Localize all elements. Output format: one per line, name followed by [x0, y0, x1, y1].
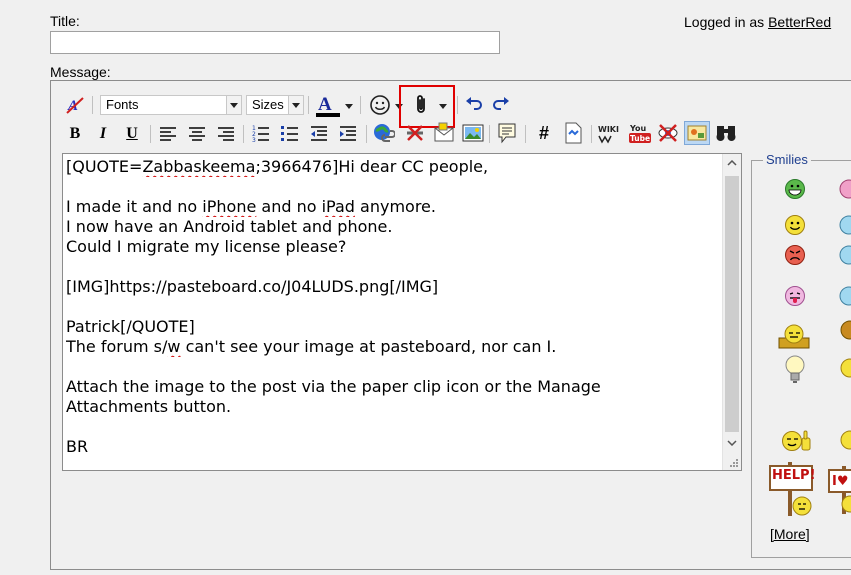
logged-in-prefix: Logged in as — [684, 14, 769, 30]
hide-icon[interactable] — [656, 121, 680, 145]
insert-email-icon[interactable] — [432, 121, 456, 145]
html-code-icon[interactable] — [561, 121, 585, 145]
remove-format-icon[interactable]: A — [64, 94, 86, 116]
partial-smiley-icon[interactable] — [838, 428, 851, 452]
unordered-list-icon[interactable] — [279, 123, 301, 145]
font-select[interactable]: Fonts — [100, 95, 242, 115]
message-textarea[interactable]: [QUOTE=Zabbaskeema;3966476]Hi dear CC pe… — [62, 153, 742, 471]
code-hash-icon[interactable]: # — [533, 121, 555, 145]
dozing-smiley-icon[interactable] — [777, 322, 811, 350]
message-line: I made it and no iPhone and no iPad anym… — [66, 197, 436, 216]
thumbsup-smiley-icon[interactable] — [780, 428, 812, 454]
outdent-icon[interactable] — [308, 123, 330, 145]
svg-text:You: You — [629, 124, 647, 133]
size-select-value: Sizes — [252, 97, 284, 112]
title-label: Title: — [50, 13, 80, 29]
vertical-scrollbar[interactable] — [722, 154, 741, 470]
message-line: [IMG]https://pasteboard.co/J04LUDS.png[/… — [66, 277, 439, 296]
message-line — [66, 257, 721, 277]
wiki-icon[interactable]: WIKI — [597, 121, 623, 145]
message-line: The forum s/w can't see your image at pa… — [66, 337, 557, 356]
love-sign-text: I♥ — [832, 474, 849, 489]
svg-text:3: 3 — [252, 137, 256, 143]
font-color-dropdown-icon[interactable] — [343, 100, 355, 112]
scroll-down-icon[interactable] — [723, 434, 741, 452]
font-color-icon: A — [318, 94, 332, 115]
resize-grip-icon[interactable] — [729, 458, 739, 468]
message-line: BR — [66, 437, 89, 456]
youtube-icon[interactable]: You Tube — [627, 121, 653, 145]
redo-icon[interactable] — [491, 95, 511, 115]
scroll-up-icon[interactable] — [723, 154, 741, 172]
insert-link-icon[interactable] — [372, 121, 396, 145]
message-line — [66, 297, 721, 317]
svg-text:WIKI: WIKI — [598, 125, 619, 134]
underline-icon[interactable]: U — [121, 123, 143, 145]
smile-smiley-icon[interactable] — [784, 214, 806, 236]
chevron-down-icon — [226, 96, 241, 114]
remove-link-icon[interactable] — [403, 121, 427, 145]
italic-icon[interactable]: I — [92, 123, 114, 145]
message-line: Attach the image to the post via the pap… — [66, 377, 601, 396]
align-right-icon[interactable] — [215, 123, 237, 145]
love-sign-smiley-icon[interactable]: I♥ — [828, 466, 851, 514]
partial-smiley-icon[interactable] — [838, 318, 851, 346]
indent-icon[interactable] — [337, 123, 359, 145]
grin-smiley-icon[interactable] — [784, 178, 806, 200]
mad-smiley-icon[interactable] — [784, 244, 806, 266]
smilies-legend: Smilies — [763, 152, 811, 167]
message-label: Message: — [50, 64, 111, 80]
more-smilies-link[interactable]: [More] — [770, 526, 810, 542]
help-sign-text: HELP! — [772, 468, 816, 483]
message-line — [66, 417, 721, 437]
tongue-smiley-icon[interactable] — [784, 285, 806, 307]
message-text: [QUOTE=Zabbaskeema;3966476]Hi dear CC pe… — [66, 157, 721, 457]
font-select-value: Fonts — [106, 97, 139, 112]
message-line — [66, 357, 721, 377]
insert-media-icon[interactable] — [684, 121, 710, 145]
partial-smiley-icon[interactable] — [838, 214, 851, 236]
message-line: Attachments button. — [66, 397, 232, 416]
username-link[interactable]: BetterRed — [768, 14, 831, 30]
bold-icon[interactable]: B — [64, 123, 86, 145]
partial-smiley-icon[interactable] — [838, 356, 851, 384]
partial-smiley-icon[interactable] — [838, 244, 851, 266]
font-color-button[interactable]: A — [313, 93, 343, 119]
logged-in-status: Logged in as BetterRed — [684, 14, 831, 30]
title-input[interactable] — [50, 31, 500, 54]
partial-smiley-icon[interactable] — [838, 178, 851, 200]
size-select[interactable]: Sizes — [246, 95, 304, 115]
message-line: I now have an Android tablet and phone. — [66, 217, 393, 236]
message-line: Could I migrate my license please? — [66, 237, 347, 256]
quote-icon[interactable] — [495, 121, 519, 145]
scrollbar-thumb[interactable] — [725, 176, 739, 432]
message-line: [QUOTE=Zabbaskeema;3966476]Hi dear CC pe… — [66, 157, 489, 176]
chevron-down-icon — [288, 96, 303, 114]
message-line: Patrick[/QUOTE] — [66, 317, 195, 336]
undo-icon[interactable] — [464, 95, 484, 115]
ordered-list-icon[interactable]: 123 — [250, 123, 272, 145]
insert-image-icon[interactable] — [461, 121, 485, 145]
svg-text:Tube: Tube — [630, 134, 650, 143]
partial-smiley-icon[interactable] — [838, 285, 851, 307]
align-left-icon[interactable] — [157, 123, 179, 145]
idea-smiley-icon[interactable] — [784, 354, 806, 386]
align-center-icon[interactable] — [186, 123, 208, 145]
message-line — [66, 177, 721, 197]
help-sign-smiley-icon[interactable]: HELP! — [768, 462, 816, 516]
find-binoculars-icon[interactable] — [714, 121, 738, 145]
smiley-insert-icon[interactable] — [368, 93, 392, 117]
